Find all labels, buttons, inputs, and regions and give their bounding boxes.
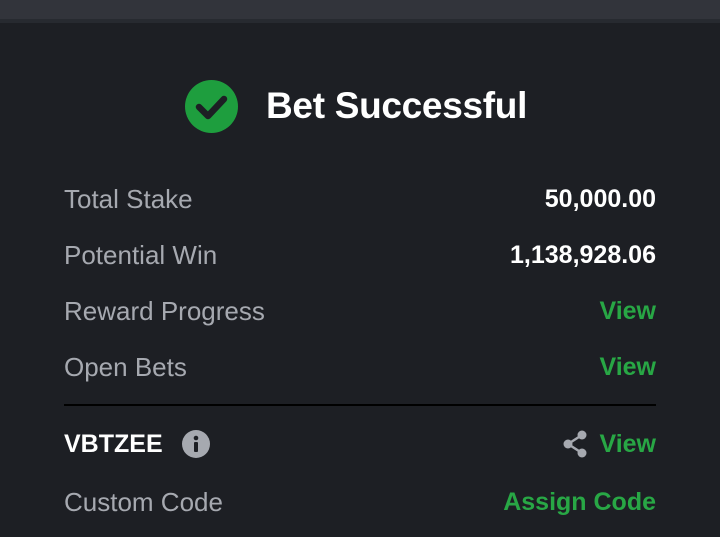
open-bets-view-link[interactable]: View bbox=[599, 353, 656, 382]
booking-code-group: VBTZEE bbox=[64, 430, 210, 459]
total-stake-label: Total Stake bbox=[64, 183, 193, 214]
total-stake-row: Total Stake 50,000.00 bbox=[64, 179, 656, 219]
booking-code-row: VBTZEE View bbox=[64, 424, 656, 464]
booking-code: VBTZEE bbox=[64, 429, 163, 458]
bet-success-header: Bet Successful bbox=[185, 79, 528, 133]
custom-code-row: Custom Code Assign Code bbox=[64, 482, 656, 522]
top-bar bbox=[0, 0, 720, 19]
assign-code-link[interactable]: Assign Code bbox=[503, 488, 656, 517]
reward-progress-row: Reward Progress View bbox=[64, 291, 656, 331]
open-bets-label: Open Bets bbox=[64, 351, 187, 382]
section-divider bbox=[64, 404, 656, 406]
share-view-group[interactable]: View bbox=[560, 429, 656, 459]
open-bets-row: Open Bets View bbox=[64, 347, 656, 387]
reward-progress-label: Reward Progress bbox=[64, 295, 265, 326]
potential-win-row: Potential Win 1,138,928.06 bbox=[64, 235, 656, 275]
share-icon[interactable] bbox=[560, 429, 590, 459]
reward-progress-view-link[interactable]: View bbox=[599, 297, 656, 326]
page-title: Bet Successful bbox=[266, 85, 528, 126]
check-circle-icon bbox=[185, 79, 238, 133]
total-stake-value: 50,000.00 bbox=[544, 184, 656, 213]
potential-win-value: 1,138,928.06 bbox=[510, 240, 656, 269]
booking-code-view-link[interactable]: View bbox=[599, 430, 656, 459]
potential-win-label: Potential Win bbox=[64, 239, 218, 270]
info-icon[interactable] bbox=[181, 430, 210, 458]
custom-code-label: Custom Code bbox=[64, 486, 223, 517]
